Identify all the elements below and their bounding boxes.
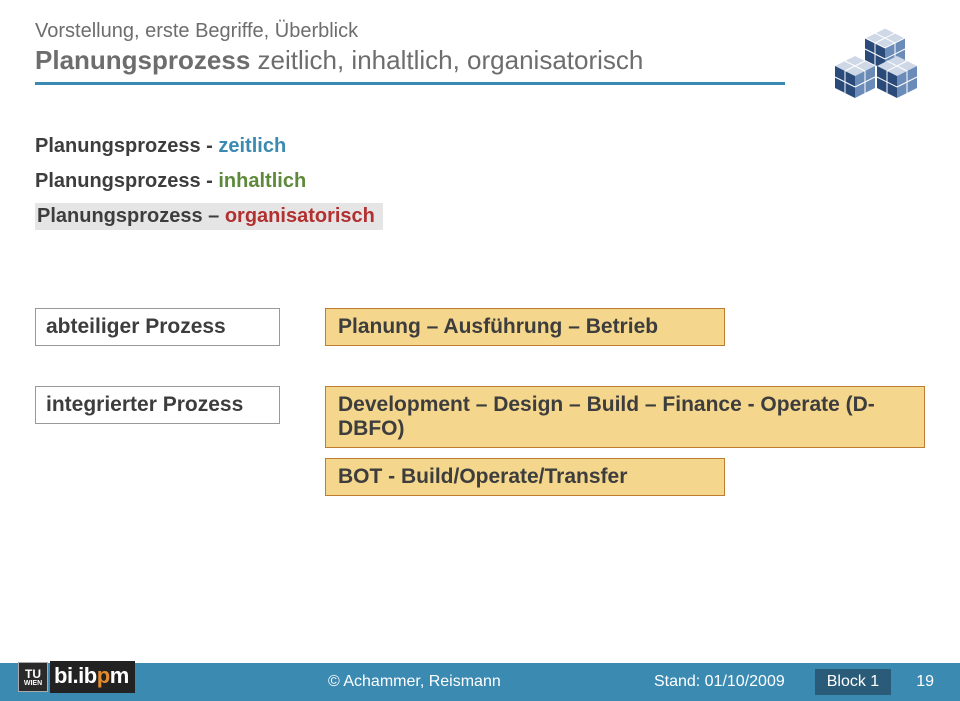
- process-row-integriert: integrierter Prozess Development – Desig…: [35, 386, 925, 506]
- logo-wien: WIEN: [24, 680, 42, 687]
- footer-block: Block 1: [815, 669, 891, 695]
- logo-tu: TU: [25, 668, 41, 680]
- section-item-zeitlich: Planungsprozess - zeitlich: [35, 133, 925, 160]
- header: Vorstellung, erste Begriffe, Überblick P…: [35, 20, 925, 105]
- section-base: Planungsprozess -: [35, 135, 218, 157]
- process-right: Planung – Ausführung – Betrieb: [325, 308, 925, 356]
- process-right: Development – Design – Build – Finance -…: [325, 386, 925, 506]
- footer: TU WIEN bi.ibpm © Achammer, Reismann Sta…: [0, 663, 960, 701]
- process-label-integriert: integrierter Prozess: [35, 386, 280, 424]
- overline-text: Vorstellung, erste Begriffe, Überblick: [35, 20, 785, 43]
- footer-page: 19: [916, 673, 934, 691]
- process-label-abteilig: abteiliger Prozess: [35, 308, 280, 346]
- cube-logo: [805, 20, 925, 105]
- section-colored: inhaltlich: [218, 170, 306, 192]
- process-box-bot: BOT - Build/Operate/Transfer: [325, 458, 725, 496]
- section-base: Planungsprozess –: [37, 205, 225, 227]
- section-base: Planungsprozess -: [35, 170, 218, 192]
- section-item-organisatorisch: Planungsprozess – organisatorisch: [35, 203, 383, 230]
- header-text: Vorstellung, erste Begriffe, Überblick P…: [35, 20, 785, 85]
- title-line: Planungsprozess zeitlich, inhaltlich, or…: [35, 45, 785, 76]
- ibpm-logo: bi.ibpm: [50, 661, 135, 693]
- slide: Vorstellung, erste Begriffe, Überblick P…: [0, 0, 960, 701]
- process-area: abteiliger Prozess Planung – Ausführung …: [35, 308, 925, 506]
- section-list: Planungsprozess - zeitlich Planungsproze…: [35, 133, 925, 238]
- process-box-ddbfo: Development – Design – Build – Finance -…: [325, 386, 925, 448]
- title-rest: zeitlich, inhaltlich, organisatorisch: [250, 45, 643, 75]
- footer-logo: TU WIEN bi.ibpm: [18, 660, 188, 694]
- footer-date: Stand: 01/10/2009: [654, 673, 785, 691]
- title-strong: Planungsprozess: [35, 45, 250, 75]
- section-colored: organisatorisch: [225, 205, 375, 227]
- tu-wien-badge: TU WIEN: [18, 662, 48, 692]
- footer-copyright: © Achammer, Reismann: [328, 673, 501, 691]
- title-underline: [35, 82, 785, 85]
- section-item-inhaltlich: Planungsprozess - inhaltlich: [35, 168, 925, 195]
- process-box-planung: Planung – Ausführung – Betrieb: [325, 308, 725, 346]
- section-colored: zeitlich: [218, 135, 286, 157]
- process-row-abteilig: abteiliger Prozess Planung – Ausführung …: [35, 308, 925, 356]
